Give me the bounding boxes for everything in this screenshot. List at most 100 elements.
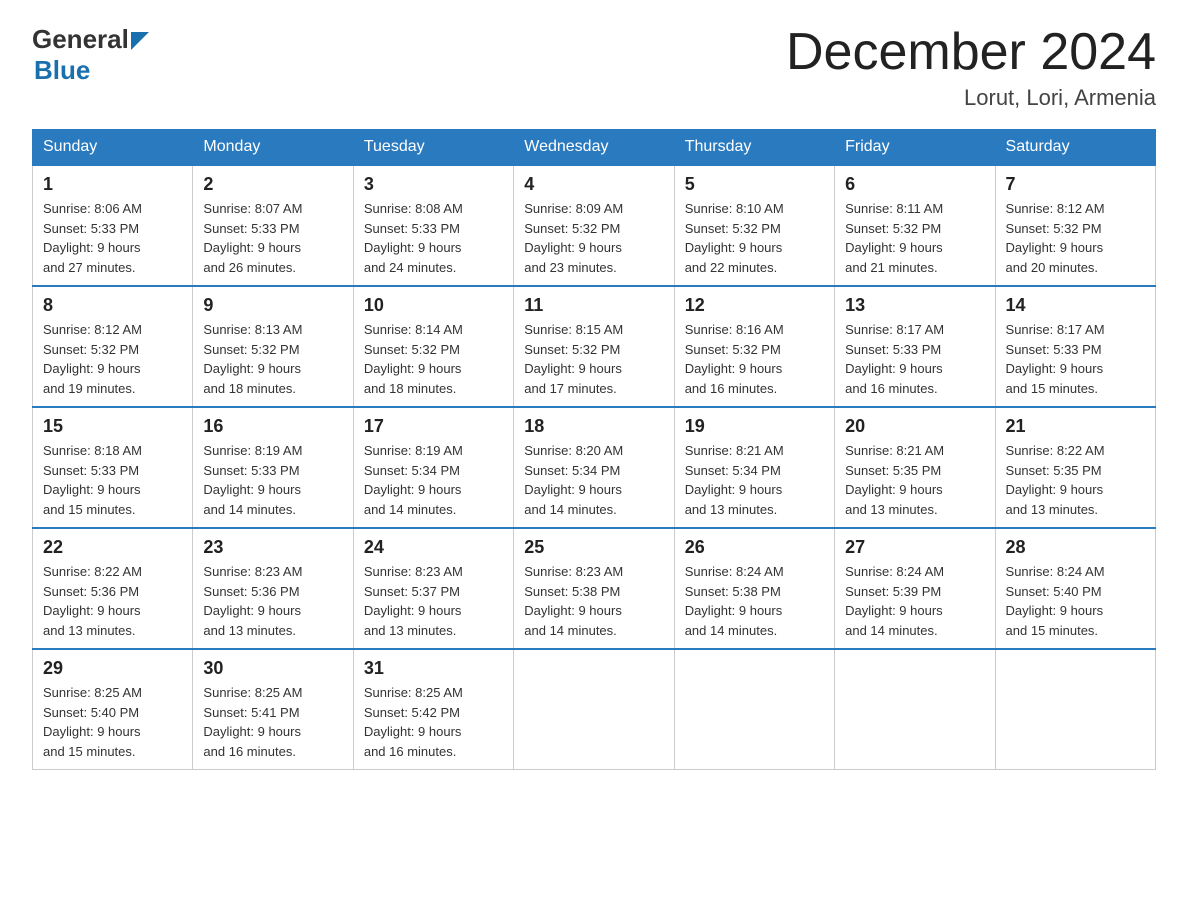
calendar-cell: 11 Sunrise: 8:15 AMSunset: 5:32 PMDayligh… bbox=[514, 286, 674, 407]
calendar-cell bbox=[674, 649, 834, 770]
day-info: Sunrise: 8:06 AMSunset: 5:33 PMDaylight:… bbox=[43, 199, 182, 277]
day-number: 1 bbox=[43, 174, 182, 195]
day-info: Sunrise: 8:14 AMSunset: 5:32 PMDaylight:… bbox=[364, 320, 503, 398]
day-info: Sunrise: 8:24 AMSunset: 5:40 PMDaylight:… bbox=[1006, 562, 1145, 640]
day-number: 21 bbox=[1006, 416, 1145, 437]
calendar-cell: 6 Sunrise: 8:11 AMSunset: 5:32 PMDaylight… bbox=[835, 165, 995, 286]
day-number: 17 bbox=[364, 416, 503, 437]
day-number: 16 bbox=[203, 416, 342, 437]
day-info: Sunrise: 8:21 AMSunset: 5:35 PMDaylight:… bbox=[845, 441, 984, 519]
calendar-cell: 3Sunrise: 8:08 AMSunset: 5:33 PMDaylight… bbox=[353, 165, 513, 286]
day-info: Sunrise: 8:11 AMSunset: 5:32 PMDaylight:… bbox=[845, 199, 984, 277]
day-info: Sunrise: 8:16 AMSunset: 5:32 PMDaylight:… bbox=[685, 320, 824, 398]
calendar-cell: 13 Sunrise: 8:17 AMSunset: 5:33 PMDayligh… bbox=[835, 286, 995, 407]
day-number: 5 bbox=[685, 174, 824, 195]
title-block: December 2024 Lorut, Lori, Armenia bbox=[786, 24, 1156, 111]
calendar-cell: 17 Sunrise: 8:19 AMSunset: 5:34 PMDayligh… bbox=[353, 407, 513, 528]
day-info: Sunrise: 8:19 AMSunset: 5:33 PMDaylight:… bbox=[203, 441, 342, 519]
calendar-day-header: Wednesday bbox=[514, 130, 674, 166]
day-info: Sunrise: 8:24 AMSunset: 5:39 PMDaylight:… bbox=[845, 562, 984, 640]
page-header: General Blue December 2024 Lorut, Lori, … bbox=[32, 24, 1156, 111]
calendar-table: SundayMondayTuesdayWednesdayThursdayFrid… bbox=[32, 129, 1156, 770]
day-number: 27 bbox=[845, 537, 984, 558]
day-number: 15 bbox=[43, 416, 182, 437]
day-number: 6 bbox=[845, 174, 984, 195]
calendar-cell: 28 Sunrise: 8:24 AMSunset: 5:40 PMDayligh… bbox=[995, 528, 1155, 649]
day-info: Sunrise: 8:24 AMSunset: 5:38 PMDaylight:… bbox=[685, 562, 824, 640]
day-number: 28 bbox=[1006, 537, 1145, 558]
page-title: December 2024 bbox=[786, 24, 1156, 81]
calendar-week-row: 29 Sunrise: 8:25 AMSunset: 5:40 PMDayligh… bbox=[33, 649, 1156, 770]
calendar-cell: 12 Sunrise: 8:16 AMSunset: 5:32 PMDayligh… bbox=[674, 286, 834, 407]
calendar-day-header: Tuesday bbox=[353, 130, 513, 166]
calendar-cell: 16 Sunrise: 8:19 AMSunset: 5:33 PMDayligh… bbox=[193, 407, 353, 528]
logo-container: General Blue bbox=[32, 24, 149, 86]
day-info: Sunrise: 8:22 AMSunset: 5:35 PMDaylight:… bbox=[1006, 441, 1145, 519]
day-number: 24 bbox=[364, 537, 503, 558]
calendar-cell: 8 Sunrise: 8:12 AMSunset: 5:32 PMDaylight… bbox=[33, 286, 193, 407]
day-number: 11 bbox=[524, 295, 663, 316]
day-number: 8 bbox=[43, 295, 182, 316]
day-number: 18 bbox=[524, 416, 663, 437]
calendar-cell: 19Sunrise: 8:21 AMSunset: 5:34 PMDayligh… bbox=[674, 407, 834, 528]
day-info: Sunrise: 8:10 AMSunset: 5:32 PMDaylight:… bbox=[685, 199, 824, 277]
calendar-cell: 21 Sunrise: 8:22 AMSunset: 5:35 PMDayligh… bbox=[995, 407, 1155, 528]
calendar-cell: 20Sunrise: 8:21 AMSunset: 5:35 PMDayligh… bbox=[835, 407, 995, 528]
calendar-day-header: Thursday bbox=[674, 130, 834, 166]
calendar-week-row: 1 Sunrise: 8:06 AMSunset: 5:33 PMDaylight… bbox=[33, 165, 1156, 286]
day-number: 22 bbox=[43, 537, 182, 558]
calendar-cell: 22Sunrise: 8:22 AMSunset: 5:36 PMDayligh… bbox=[33, 528, 193, 649]
day-number: 4 bbox=[524, 174, 663, 195]
day-number: 14 bbox=[1006, 295, 1145, 316]
day-number: 29 bbox=[43, 658, 182, 679]
calendar-cell: 9Sunrise: 8:13 AMSunset: 5:32 PMDaylight… bbox=[193, 286, 353, 407]
day-info: Sunrise: 8:25 AMSunset: 5:42 PMDaylight:… bbox=[364, 683, 503, 761]
calendar-cell: 27 Sunrise: 8:24 AMSunset: 5:39 PMDayligh… bbox=[835, 528, 995, 649]
day-info: Sunrise: 8:19 AMSunset: 5:34 PMDaylight:… bbox=[364, 441, 503, 519]
logo-arrow-icon bbox=[131, 32, 149, 50]
day-number: 31 bbox=[364, 658, 503, 679]
calendar-cell: 1 Sunrise: 8:06 AMSunset: 5:33 PMDaylight… bbox=[33, 165, 193, 286]
calendar-cell: 18 Sunrise: 8:20 AMSunset: 5:34 PMDayligh… bbox=[514, 407, 674, 528]
calendar-day-header: Sunday bbox=[33, 130, 193, 166]
calendar-cell: 24 Sunrise: 8:23 AMSunset: 5:37 PMDayligh… bbox=[353, 528, 513, 649]
logo: General Blue bbox=[32, 24, 149, 86]
calendar-week-row: 22Sunrise: 8:22 AMSunset: 5:36 PMDayligh… bbox=[33, 528, 1156, 649]
calendar-cell: 25Sunrise: 8:23 AMSunset: 5:38 PMDayligh… bbox=[514, 528, 674, 649]
day-info: Sunrise: 8:25 AMSunset: 5:40 PMDaylight:… bbox=[43, 683, 182, 761]
calendar-cell: 15Sunrise: 8:18 AMSunset: 5:33 PMDayligh… bbox=[33, 407, 193, 528]
calendar-day-header: Friday bbox=[835, 130, 995, 166]
day-number: 19 bbox=[685, 416, 824, 437]
day-info: Sunrise: 8:17 AMSunset: 5:33 PMDaylight:… bbox=[845, 320, 984, 398]
calendar-header-row: SundayMondayTuesdayWednesdayThursdayFrid… bbox=[33, 130, 1156, 166]
calendar-cell: 4Sunrise: 8:09 AMSunset: 5:32 PMDaylight… bbox=[514, 165, 674, 286]
calendar-week-row: 8 Sunrise: 8:12 AMSunset: 5:32 PMDaylight… bbox=[33, 286, 1156, 407]
calendar-cell: 14 Sunrise: 8:17 AMSunset: 5:33 PMDayligh… bbox=[995, 286, 1155, 407]
day-info: Sunrise: 8:17 AMSunset: 5:33 PMDaylight:… bbox=[1006, 320, 1145, 398]
calendar-cell bbox=[835, 649, 995, 770]
calendar-day-header: Monday bbox=[193, 130, 353, 166]
calendar-cell bbox=[995, 649, 1155, 770]
calendar-cell: 30 Sunrise: 8:25 AMSunset: 5:41 PMDayligh… bbox=[193, 649, 353, 770]
calendar-cell: 23 Sunrise: 8:23 AMSunset: 5:36 PMDayligh… bbox=[193, 528, 353, 649]
calendar-day-header: Saturday bbox=[995, 130, 1155, 166]
calendar-cell: 31 Sunrise: 8:25 AMSunset: 5:42 PMDayligh… bbox=[353, 649, 513, 770]
calendar-week-row: 15Sunrise: 8:18 AMSunset: 5:33 PMDayligh… bbox=[33, 407, 1156, 528]
day-info: Sunrise: 8:13 AMSunset: 5:32 PMDaylight:… bbox=[203, 320, 342, 398]
day-info: Sunrise: 8:25 AMSunset: 5:41 PMDaylight:… bbox=[203, 683, 342, 761]
day-info: Sunrise: 8:12 AMSunset: 5:32 PMDaylight:… bbox=[1006, 199, 1145, 277]
day-number: 30 bbox=[203, 658, 342, 679]
logo-blue-text: Blue bbox=[34, 55, 149, 86]
day-info: Sunrise: 8:07 AMSunset: 5:33 PMDaylight:… bbox=[203, 199, 342, 277]
day-info: Sunrise: 8:23 AMSunset: 5:36 PMDaylight:… bbox=[203, 562, 342, 640]
day-number: 12 bbox=[685, 295, 824, 316]
day-number: 13 bbox=[845, 295, 984, 316]
day-number: 7 bbox=[1006, 174, 1145, 195]
calendar-cell: 5 Sunrise: 8:10 AMSunset: 5:32 PMDaylight… bbox=[674, 165, 834, 286]
day-info: Sunrise: 8:20 AMSunset: 5:34 PMDaylight:… bbox=[524, 441, 663, 519]
logo-general-text: General bbox=[32, 24, 129, 55]
day-info: Sunrise: 8:12 AMSunset: 5:32 PMDaylight:… bbox=[43, 320, 182, 398]
day-number: 23 bbox=[203, 537, 342, 558]
day-info: Sunrise: 8:15 AMSunset: 5:32 PMDaylight:… bbox=[524, 320, 663, 398]
day-info: Sunrise: 8:23 AMSunset: 5:37 PMDaylight:… bbox=[364, 562, 503, 640]
